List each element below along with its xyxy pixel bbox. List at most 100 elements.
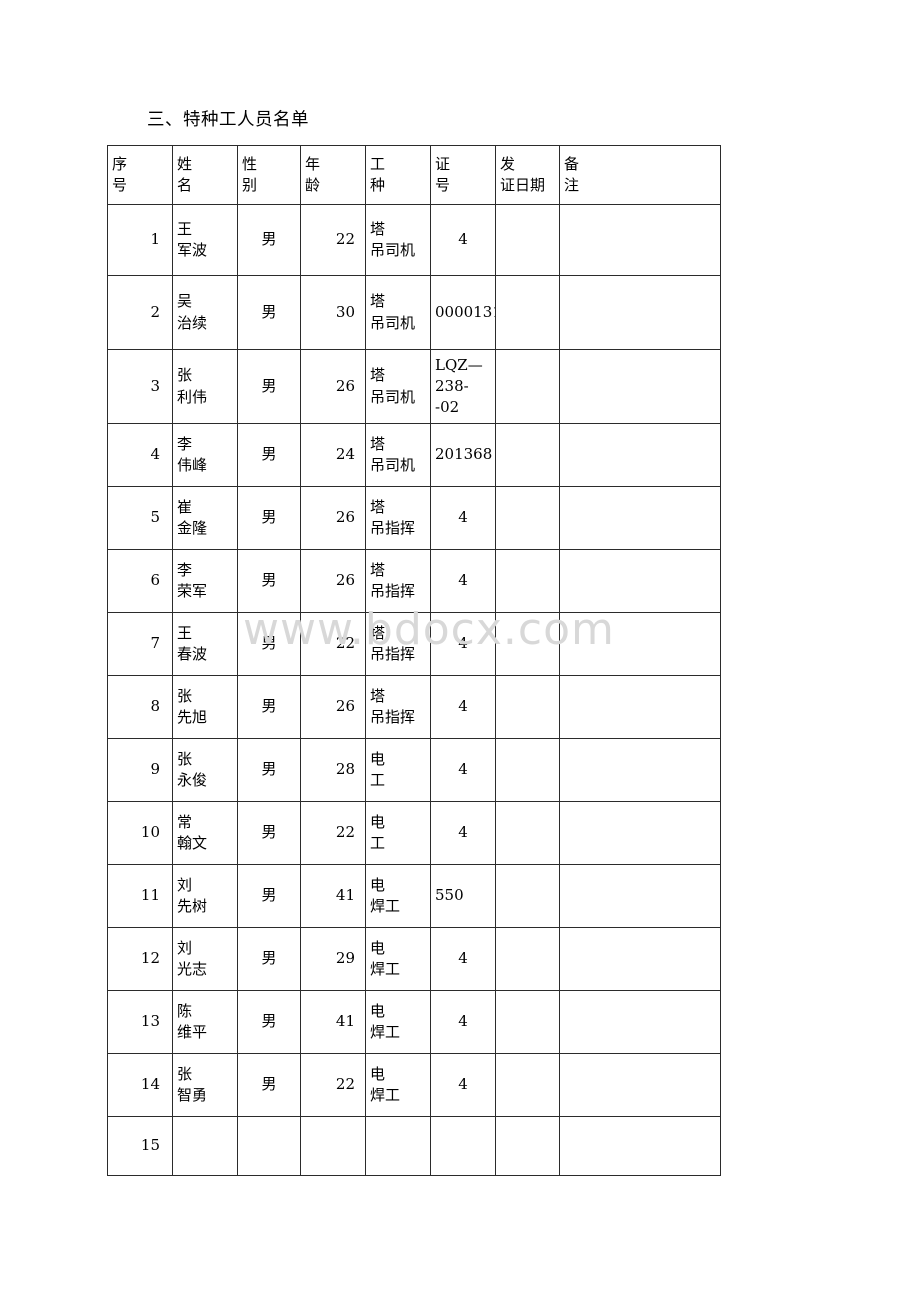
row-number: 14 (140, 1075, 160, 1094)
issue-date-value (497, 642, 559, 647)
age-value: 22 (335, 1075, 355, 1094)
job-text: 电焊工 (367, 936, 430, 983)
cell-sex: 男 (237, 927, 301, 991)
cell-age: 22 (300, 204, 366, 276)
table-header-row: 序号姓名性别年龄工种证号发证日期备注 (107, 145, 721, 205)
column-header-name-text: 姓名 (174, 151, 237, 200)
cell-no: 12 (107, 927, 173, 991)
issue-date-value (497, 453, 559, 458)
job-text (367, 1144, 430, 1148)
job-line2: 吊司机 (370, 241, 416, 259)
sex-value: 男 (261, 697, 277, 716)
name-line1: 吴 (177, 292, 193, 311)
age-value: 26 (335, 697, 355, 716)
table-row: 6 李荣军男 26 塔吊指挥 4 (107, 549, 721, 613)
column-header-job: 工种 (365, 145, 431, 205)
column-header-cert-line1: 证 (435, 154, 451, 173)
cell-cert: 4 (430, 675, 496, 739)
cert-line: 4 (458, 760, 468, 779)
name-text: 张先旭 (174, 684, 237, 731)
job-text: 电焊工 (367, 999, 430, 1046)
name-line2: 荣军 (177, 582, 208, 600)
table-row: 1 王军波男 22 塔吊司机 4 (107, 204, 721, 276)
table-row: 11 刘先树男 41 电焊工 550 (107, 864, 721, 928)
issue-date-value (497, 1144, 559, 1149)
cell-name: 崔金隆 (172, 486, 238, 550)
name-text: 崔金隆 (174, 495, 237, 542)
cert-line: 55 (435, 886, 455, 905)
issue-date-value (497, 238, 559, 243)
row-number: 5 (150, 508, 160, 527)
age-value: 41 (335, 1012, 355, 1031)
cell-no: 7 (107, 612, 173, 676)
cell-cert: 0000131206 (430, 275, 496, 350)
cell-sex: 男 (237, 864, 301, 928)
cell-age: 22 (300, 1053, 366, 1117)
column-header-note-text: 备注 (561, 151, 720, 200)
name-line1: 张 (177, 1064, 193, 1083)
sex-value: 男 (261, 760, 277, 779)
cell-sex: 男 (237, 423, 301, 487)
cert-line: QZ— (444, 355, 483, 374)
row-number: 6 (150, 571, 160, 590)
age-value (302, 1144, 365, 1148)
job-line2: 焊工 (370, 1023, 401, 1041)
name-line1: 李 (177, 560, 193, 579)
cell-cert: 4 (430, 549, 496, 613)
cell-job: 塔吊指挥 (365, 675, 431, 739)
column-header-cert-text: 证号 (432, 151, 495, 200)
job-text: 电工 (367, 810, 430, 857)
row-number: 10 (140, 823, 160, 842)
column-header-cert-line2: 号 (435, 176, 451, 194)
job-line2: 吊指挥 (370, 708, 416, 726)
cell-name: 张利伟 (172, 349, 238, 424)
column-header-date-text: 发证日期 (497, 151, 559, 200)
job-line1: 塔 (370, 497, 386, 516)
job-line2: 焊工 (370, 960, 401, 978)
cell-note (559, 612, 721, 676)
cert-line: 238--02 (435, 376, 469, 417)
cell-cert: 4 (430, 738, 496, 802)
sex-value: 男 (261, 1075, 277, 1094)
cell-no: 6 (107, 549, 173, 613)
name-line2: 翰文 (177, 834, 208, 852)
job-text: 电焊工 (367, 1062, 430, 1109)
issue-date-value (497, 384, 559, 389)
job-line1: 塔 (370, 434, 386, 453)
cell-job: 电焊工 (365, 927, 431, 991)
table-row: 8 张先旭男 26 塔吊指挥 4 (107, 675, 721, 739)
cell-no: 15 (107, 1116, 173, 1176)
cell-note (559, 990, 721, 1054)
cert-number: 201368 (432, 442, 495, 467)
table-row: 4 李伟峰男 24 塔吊司机 201368 (107, 423, 721, 487)
cell-note (559, 1053, 721, 1117)
cert-number: 4 (432, 1009, 495, 1034)
cell-note (559, 864, 721, 928)
column-header-note: 备注 (559, 145, 721, 205)
cell-cert: 4 (430, 927, 496, 991)
cell-age: 26 (300, 349, 366, 424)
cell-cert (430, 1116, 496, 1176)
column-header-age: 年龄 (300, 145, 366, 205)
row-number: 13 (140, 1012, 160, 1031)
cell-issue-date (495, 612, 560, 676)
special-workers-table: 序号姓名性别年龄工种证号发证日期备注 1 王军波男 22 塔吊司机 4 2 吴治续男 30 塔吊司… (107, 145, 721, 1176)
note-value (561, 310, 720, 315)
cell-name: 陈维平 (172, 990, 238, 1054)
job-text: 塔吊指挥 (367, 558, 430, 605)
issue-date-value (497, 957, 559, 962)
cell-age: 29 (300, 927, 366, 991)
note-value (561, 768, 720, 773)
row-number: 9 (150, 760, 160, 779)
cert-line: 4 (458, 230, 468, 249)
name-line2: 军波 (177, 241, 208, 259)
job-line1: 塔 (370, 560, 386, 579)
table-row: 12 刘光志 男 29 电焊工 4 (107, 927, 721, 991)
name-line1: 王 (177, 219, 193, 238)
cell-name: 李伟峰 (172, 423, 238, 487)
table-row: 2吴治续男30塔吊司机0000131206 (107, 275, 721, 350)
name-text: 陈维平 (174, 999, 237, 1046)
age-value: 30 (335, 302, 355, 321)
name-text: 李荣军 (174, 558, 237, 605)
age-value: 26 (335, 508, 355, 527)
